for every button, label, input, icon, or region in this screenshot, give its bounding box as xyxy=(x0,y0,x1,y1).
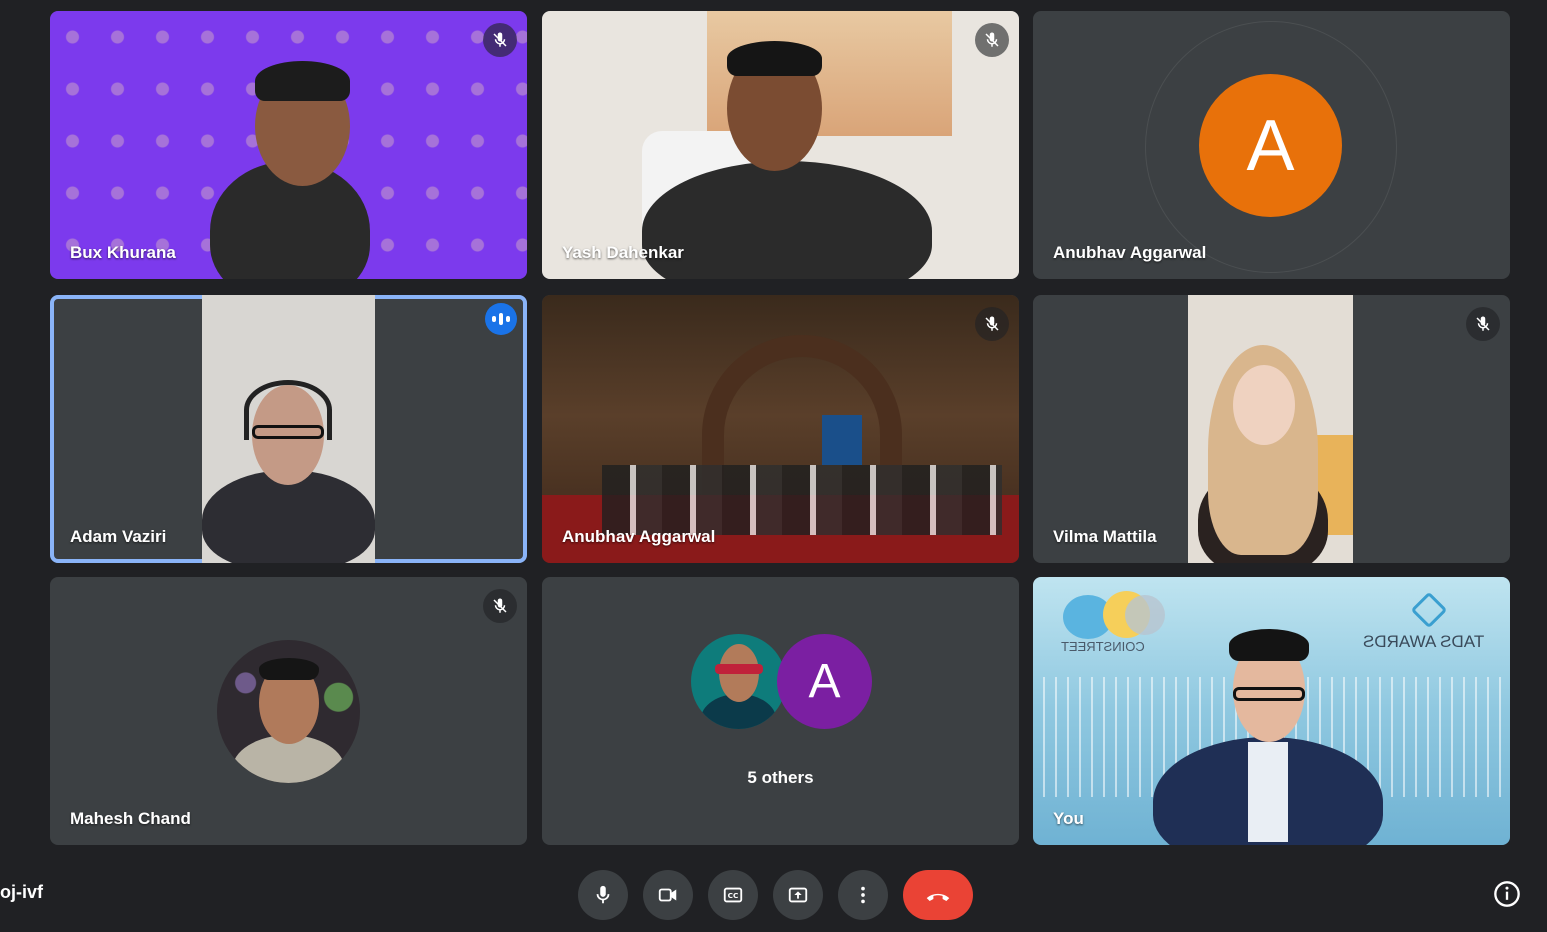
participant-name: Adam Vaziri xyxy=(70,527,167,546)
tads-logo-icon xyxy=(1410,591,1448,629)
present-icon xyxy=(788,887,808,903)
more-vert-icon xyxy=(861,886,865,904)
mic-off-icon xyxy=(975,23,1009,57)
participant-tile-others[interactable]: A 5 others xyxy=(542,577,1019,845)
info-icon xyxy=(1494,881,1520,907)
participant-name: Anubhav Aggarwal xyxy=(1053,243,1207,262)
participant-tile-adam-vaziri[interactable]: Adam Vaziri xyxy=(50,295,527,563)
leave-call-button[interactable] xyxy=(903,870,973,920)
more-options-button[interactable] xyxy=(838,870,888,920)
avatar: A xyxy=(777,634,872,729)
video-feed xyxy=(50,11,527,279)
mic-off-icon xyxy=(975,307,1009,341)
avatar-letter: A xyxy=(1246,105,1295,186)
video-feed xyxy=(202,295,375,563)
avatar-letter: A xyxy=(808,655,841,708)
participant-name: Vilma Mattila xyxy=(1053,527,1157,546)
participant-tile-vilma-mattila[interactable]: Vilma Mattila xyxy=(1033,295,1510,563)
svg-text:CC: CC xyxy=(728,891,739,900)
mic-off-icon xyxy=(1466,307,1500,341)
coinstreet-logo-text: COINSTREET xyxy=(1061,639,1145,654)
participant-tile-anubhav-aggarwal-avatar[interactable]: A Anubhav Aggarwal xyxy=(1033,11,1510,279)
tads-logo-text: TADS AWARDS xyxy=(1363,632,1485,651)
captions-button[interactable]: CC xyxy=(708,870,758,920)
speaking-indicator-icon xyxy=(485,303,517,335)
video-feed xyxy=(1188,295,1353,563)
present-button[interactable] xyxy=(773,870,823,920)
avatar xyxy=(217,640,360,783)
meeting-details-button[interactable] xyxy=(1492,879,1522,909)
participant-name: Anubhav Aggarwal xyxy=(562,527,716,546)
video-feed: COINSTREET TADS AWARDS xyxy=(1033,577,1510,845)
mic-icon xyxy=(596,885,610,904)
participant-tile-anubhav-aggarwal-video[interactable]: Anubhav Aggarwal xyxy=(542,295,1019,563)
participant-tile-mahesh-chand[interactable]: Mahesh Chand xyxy=(50,577,527,845)
mic-off-icon xyxy=(483,589,517,623)
video-feed xyxy=(542,295,1019,563)
participant-name: You xyxy=(1053,809,1084,828)
participant-tile-bux-khurana[interactable]: Bux Khurana xyxy=(50,11,527,279)
participant-tile-self[interactable]: COINSTREET TADS AWARDS You xyxy=(1033,577,1510,845)
video-feed xyxy=(542,11,1019,279)
meeting-code: oj-ivf xyxy=(0,882,43,902)
call-end-icon xyxy=(926,893,950,901)
camera-icon xyxy=(658,888,677,902)
others-count-label: 5 others xyxy=(747,768,814,787)
participant-name: Yash Dahenkar xyxy=(562,243,684,262)
mic-off-icon xyxy=(483,23,517,57)
participant-tile-yash-dahenkar[interactable]: Yash Dahenkar xyxy=(542,11,1019,279)
camera-button[interactable] xyxy=(643,870,693,920)
avatar: A xyxy=(1199,74,1342,217)
avatar xyxy=(691,634,786,729)
participant-name: Mahesh Chand xyxy=(70,809,191,828)
participant-name: Bux Khurana xyxy=(70,243,176,262)
mic-button[interactable] xyxy=(578,870,628,920)
captions-icon: CC xyxy=(723,887,743,903)
